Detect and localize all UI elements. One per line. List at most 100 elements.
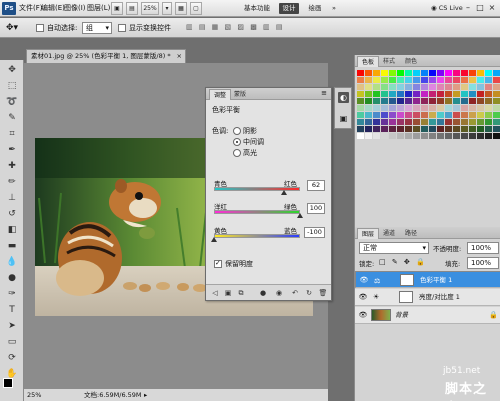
swatch[interactable] [477, 105, 484, 111]
swatch[interactable] [493, 98, 500, 104]
fill-field[interactable]: 100% [467, 257, 499, 269]
swatch[interactable] [485, 105, 492, 111]
swatch[interactable] [485, 77, 492, 83]
bridge-button[interactable]: ▣ [111, 2, 123, 15]
swatch[interactable] [485, 91, 492, 97]
swatch[interactable] [477, 70, 484, 76]
swatch[interactable] [405, 105, 412, 111]
expanded-view-icon[interactable]: ▣ [223, 288, 233, 298]
swatch[interactable] [381, 84, 388, 90]
crop-tool-icon[interactable]: ⌗ [5, 128, 19, 140]
swatch[interactable] [429, 126, 436, 132]
swatch[interactable] [437, 84, 444, 90]
yellow-blue-thumb[interactable] [211, 237, 217, 242]
swatch[interactable] [421, 126, 428, 132]
swatch[interactable] [429, 91, 436, 97]
swatch[interactable] [453, 91, 460, 97]
visibility-eye-icon[interactable]: 👁 [359, 276, 369, 284]
swatch[interactable] [461, 98, 468, 104]
arrange-documents-button[interactable]: ▦ [175, 2, 187, 15]
swatch[interactable] [389, 91, 396, 97]
zoom-level-button[interactable]: 25% [141, 2, 159, 15]
auto-select-checkbox[interactable] [36, 24, 44, 32]
swatch[interactable] [357, 98, 364, 104]
swatch[interactable] [429, 98, 436, 104]
tab-paths[interactable]: 路径 [401, 228, 421, 239]
swatch[interactable] [445, 77, 452, 83]
layer-row[interactable]: 👁 背景 🔒 [355, 307, 500, 324]
swatch[interactable] [485, 133, 492, 139]
tone-highlights-radio[interactable] [233, 149, 241, 157]
visibility-eye-icon[interactable]: 👁 [358, 311, 368, 319]
swatch[interactable] [437, 126, 444, 132]
3d-rotate-tool-icon[interactable]: ⟳ [5, 352, 19, 364]
swatch[interactable] [477, 98, 484, 104]
magenta-green-slider[interactable] [214, 210, 300, 214]
screen-mode-button[interactable]: ▢ [190, 2, 202, 15]
blend-mode-select[interactable]: 正常 ▾ [359, 242, 429, 254]
swatch[interactable] [397, 126, 404, 132]
layer-row[interactable]: 👁 ⚖ 色彩平衡 1 [355, 271, 500, 288]
swatch[interactable] [357, 84, 364, 90]
reset-icon[interactable]: ↶ [290, 288, 300, 298]
eraser-tool-icon[interactable]: ◧ [5, 224, 19, 236]
swatch[interactable] [453, 133, 460, 139]
swatch[interactable] [357, 91, 364, 97]
swatch[interactable] [477, 77, 484, 83]
swatch[interactable] [357, 77, 364, 83]
workspace-essentials[interactable]: 基本功能 [242, 3, 272, 14]
swatch[interactable] [365, 77, 372, 83]
swatch[interactable] [421, 112, 428, 118]
workspace-painting[interactable]: 绘画 [305, 3, 325, 14]
swatch[interactable] [373, 77, 380, 83]
swatch[interactable] [437, 91, 444, 97]
document-close-icon[interactable]: × [177, 50, 182, 63]
tab-color[interactable]: 颜色 [401, 56, 421, 67]
swatch[interactable] [365, 119, 372, 125]
swatch[interactable] [381, 70, 388, 76]
swatch[interactable] [429, 84, 436, 90]
swatch[interactable] [413, 91, 420, 97]
swatch[interactable] [405, 119, 412, 125]
brush-tool-icon[interactable]: ✏ [5, 176, 19, 188]
swatch[interactable] [365, 105, 372, 111]
swatch[interactable] [469, 105, 476, 111]
menu-layer[interactable]: 图层(L) [87, 3, 110, 13]
workspace-more[interactable]: » [329, 3, 339, 14]
swatch[interactable] [389, 133, 396, 139]
swatch[interactable] [405, 133, 412, 139]
swatch[interactable] [469, 70, 476, 76]
preserve-luminosity-checkbox[interactable]: ✓ [214, 259, 222, 268]
swatch[interactable] [413, 133, 420, 139]
swatch[interactable] [421, 119, 428, 125]
swatch[interactable] [485, 119, 492, 125]
swatch[interactable] [437, 70, 444, 76]
swatch[interactable] [493, 105, 500, 111]
swatch[interactable] [365, 70, 372, 76]
swatch[interactable] [421, 70, 428, 76]
swatch[interactable] [381, 112, 388, 118]
swatch[interactable] [493, 119, 500, 125]
swatch[interactable] [429, 77, 436, 83]
swatch[interactable] [461, 126, 468, 132]
swatch[interactable] [453, 77, 460, 83]
layer-row[interactable]: 👁 ☀ 亮度/对比度 1 [355, 289, 500, 306]
swatch[interactable] [477, 84, 484, 90]
swatch[interactable] [437, 133, 444, 139]
tab-masks[interactable]: 蒙版 [230, 89, 250, 100]
swatch[interactable] [365, 91, 372, 97]
swatch[interactable] [413, 84, 420, 90]
swatch[interactable] [397, 105, 404, 111]
swatch[interactable] [421, 105, 428, 111]
swatch[interactable] [365, 98, 372, 104]
status-zoom[interactable]: 25% [27, 389, 41, 401]
cyan-red-value[interactable]: 62 [307, 180, 325, 191]
opacity-field[interactable]: 100% [467, 242, 499, 254]
path-select-tool-icon[interactable]: ➤ [5, 320, 19, 332]
swatch[interactable] [469, 91, 476, 97]
panel-menu-icon[interactable]: ≡ [321, 89, 327, 97]
swatch[interactable] [429, 119, 436, 125]
quick-select-tool-icon[interactable]: ✎ [5, 112, 19, 124]
swatch[interactable] [381, 133, 388, 139]
swatch[interactable] [405, 77, 412, 83]
